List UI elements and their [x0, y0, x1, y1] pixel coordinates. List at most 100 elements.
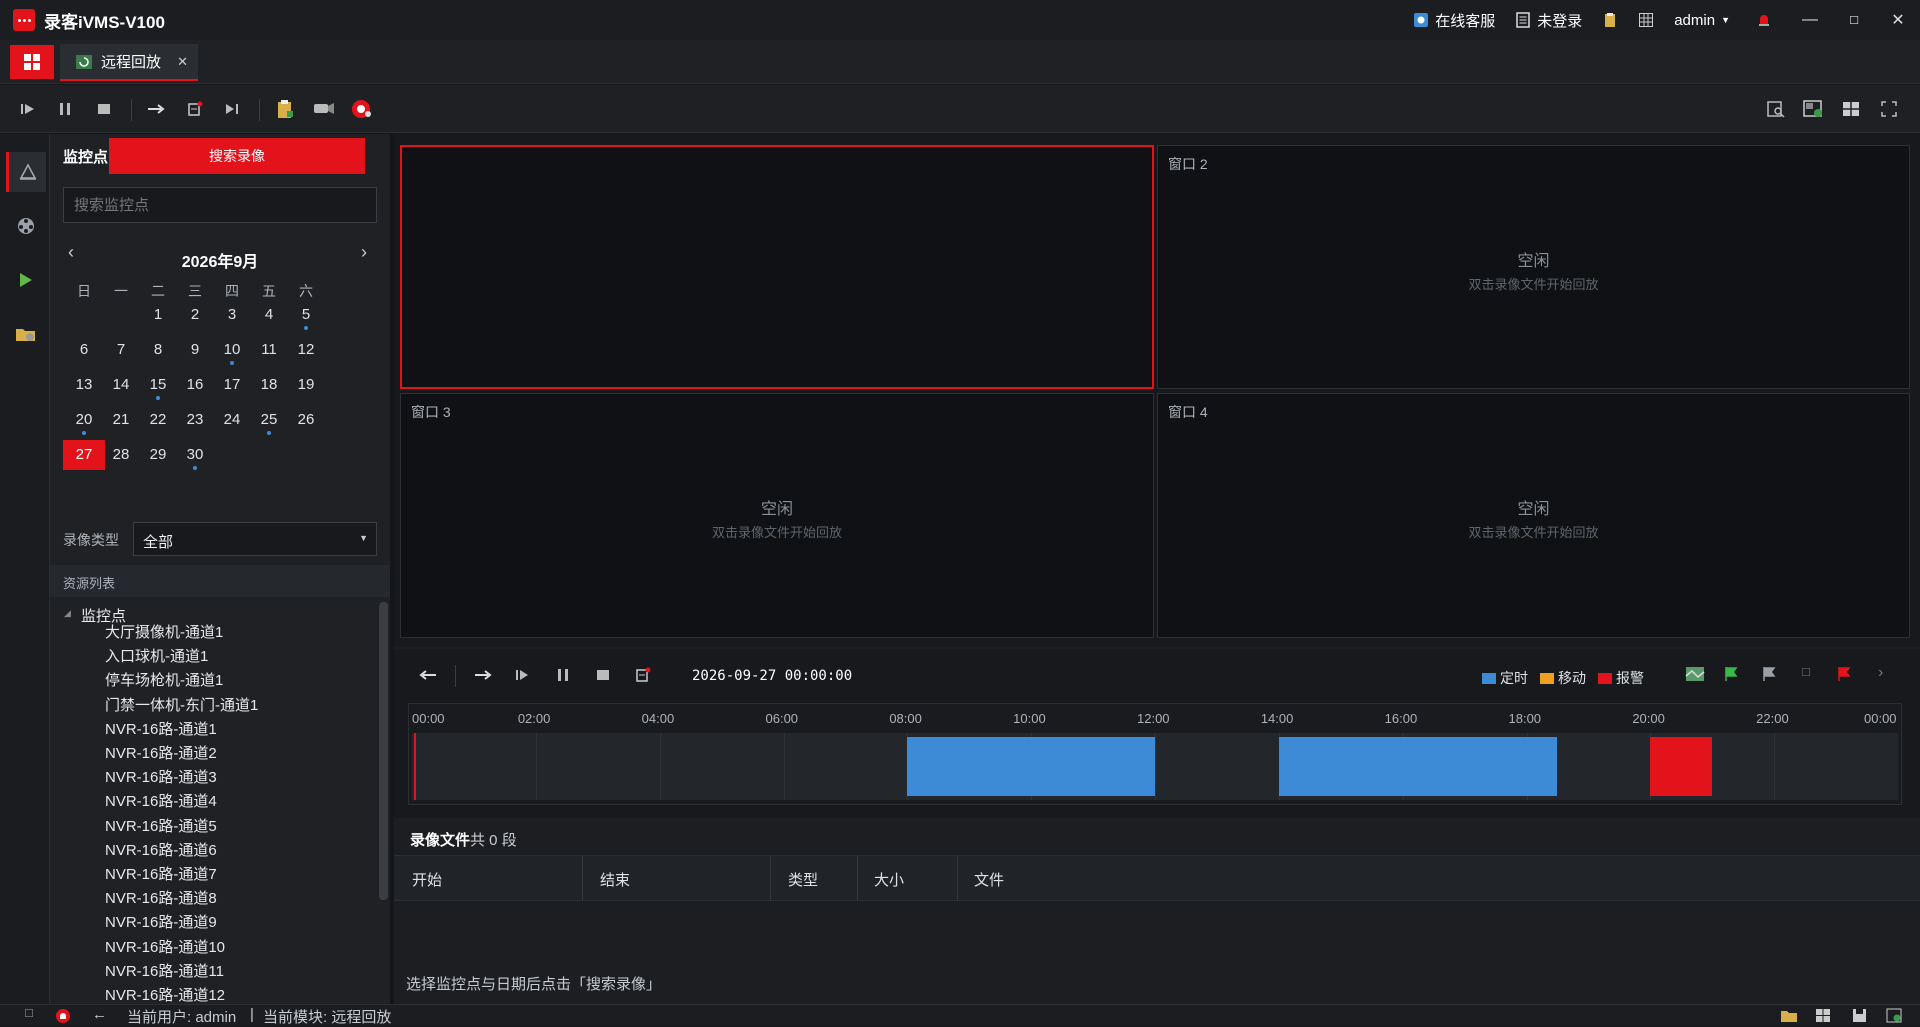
- nav-monitor-points[interactable]: [6, 152, 46, 192]
- tree-item[interactable]: NVR-16路-通道4: [105, 790, 217, 811]
- camera-settings-button[interactable]: [312, 97, 336, 121]
- user-menu[interactable]: admin ▼: [1674, 12, 1730, 29]
- minimize-button[interactable]: —: [1788, 0, 1832, 40]
- column-header[interactable]: 结束: [600, 869, 630, 890]
- stop-button[interactable]: [92, 97, 116, 121]
- pause-playback-button[interactable]: [551, 663, 575, 687]
- calendar-day[interactable]: 12: [286, 335, 326, 365]
- tree-item[interactable]: 门禁一体机-东门-通道1: [105, 694, 258, 715]
- step-button[interactable]: [511, 663, 535, 687]
- checkbox-icon[interactable]: ☐: [24, 1007, 34, 1020]
- alarm-button[interactable]: [1756, 12, 1772, 28]
- tree-item[interactable]: NVR-16路-通道7: [105, 863, 217, 884]
- column-header[interactable]: 开始: [412, 869, 442, 890]
- timeline-cursor[interactable]: [414, 733, 416, 800]
- search-view-button[interactable]: [1764, 97, 1788, 121]
- layout-button[interactable]: [1839, 97, 1863, 121]
- calendar-day[interactable]: 4: [249, 300, 289, 330]
- nav-files[interactable]: [6, 314, 46, 354]
- tree-item[interactable]: NVR-16路-通道11: [105, 960, 224, 981]
- grid-icon[interactable]: [1815, 1008, 1831, 1023]
- save-icon[interactable]: [1852, 1008, 1867, 1023]
- calendar-day[interactable]: 1: [138, 300, 178, 330]
- rewind-button[interactable]: [416, 663, 440, 687]
- calendar-day[interactable]: 2: [175, 300, 215, 330]
- tree-item[interactable]: 停车场枪机-通道1: [105, 669, 223, 690]
- nav-film[interactable]: [6, 206, 46, 246]
- tree-item[interactable]: NVR-16路-通道10: [105, 936, 225, 957]
- red-flag-button[interactable]: [1836, 666, 1852, 686]
- grid-view-button[interactable]: [1638, 12, 1654, 28]
- next-month-button[interactable]: ›: [361, 242, 367, 263]
- tree-expand-icon[interactable]: ◢: [64, 608, 71, 619]
- checkbox-icon[interactable]: ☐: [1801, 666, 1811, 679]
- tab-remote-playback[interactable]: 远程回放 ✕: [60, 44, 198, 81]
- grey-flag-button[interactable]: [1761, 666, 1777, 686]
- add-window-icon[interactable]: [1886, 1008, 1902, 1023]
- tree-scrollbar[interactable]: [379, 602, 388, 900]
- home-button[interactable]: [10, 45, 54, 79]
- calendar-day[interactable]: 14: [101, 370, 141, 400]
- video-window-1[interactable]: [400, 145, 1154, 389]
- record-button[interactable]: [350, 97, 374, 121]
- calendar-day[interactable]: 16: [175, 370, 215, 400]
- calendar-day[interactable]: 11: [249, 335, 289, 365]
- capture-button[interactable]: [183, 97, 207, 121]
- green-flag-button[interactable]: [1723, 666, 1739, 686]
- tree-item[interactable]: NVR-16路-通道9: [105, 911, 217, 932]
- timeline-segment[interactable]: [1278, 737, 1558, 796]
- video-window-3[interactable]: 窗口 3 空闲 双击录像文件开始回放: [400, 393, 1154, 638]
- calendar-day[interactable]: 21: [101, 405, 141, 435]
- fast-forward-button[interactable]: [144, 97, 168, 121]
- calendar-day[interactable]: 28: [101, 440, 141, 470]
- record-list-button[interactable]: [273, 97, 297, 121]
- step-forward-button[interactable]: [220, 97, 244, 121]
- tree-item[interactable]: NVR-16路-通道5: [105, 815, 217, 836]
- calendar-day[interactable]: 7: [101, 335, 141, 365]
- calendar-day[interactable]: 3: [212, 300, 252, 330]
- record-type-select[interactable]: 全部 ▼: [133, 522, 377, 556]
- stop-playback-button[interactable]: [591, 663, 615, 687]
- tree-item[interactable]: NVR-16路-通道8: [105, 887, 217, 908]
- tree-item[interactable]: NVR-16路-通道3: [105, 766, 217, 787]
- tree-item[interactable]: NVR-16路-通道12: [105, 984, 225, 1004]
- snapshot-button[interactable]: [631, 663, 655, 687]
- calendar-day[interactable]: 18: [249, 370, 289, 400]
- folder-icon[interactable]: [1780, 1008, 1798, 1023]
- search-monitor-input[interactable]: [63, 187, 377, 223]
- calendar-day[interactable]: 19: [286, 370, 326, 400]
- back-arrow-icon[interactable]: ←: [92, 1006, 107, 1023]
- clipboard-button[interactable]: [1602, 12, 1618, 28]
- calendar-day[interactable]: 29: [138, 440, 178, 470]
- login-status-button[interactable]: 未登录: [1515, 10, 1582, 31]
- calendar-day[interactable]: 13: [64, 370, 104, 400]
- calendar-day[interactable]: 17: [212, 370, 252, 400]
- column-header[interactable]: 大小: [874, 869, 904, 890]
- calendar-day[interactable]: 24: [212, 405, 252, 435]
- column-header[interactable]: 文件: [974, 869, 1004, 890]
- calendar-day[interactable]: 6: [64, 335, 104, 365]
- tree-item[interactable]: NVR-16路-通道2: [105, 742, 217, 763]
- tree-item[interactable]: 入口球机-通道1: [105, 645, 208, 666]
- forward-button[interactable]: [471, 663, 495, 687]
- maximize-button[interactable]: ☐: [1832, 0, 1876, 40]
- timeline-segment[interactable]: [1650, 737, 1713, 796]
- tab-close-icon[interactable]: ✕: [177, 54, 188, 70]
- add-window-button[interactable]: [1801, 97, 1825, 121]
- map-button[interactable]: [1685, 666, 1705, 686]
- online-support-button[interactable]: 在线客服: [1413, 10, 1495, 31]
- pause-button[interactable]: [53, 97, 77, 121]
- more-button[interactable]: ›: [1878, 664, 1883, 682]
- calendar-day[interactable]: 23: [175, 405, 215, 435]
- calendar-day[interactable]: 9: [175, 335, 215, 365]
- tree-item[interactable]: NVR-16路-通道6: [105, 839, 217, 860]
- video-window-2[interactable]: 窗口 2 空闲 双击录像文件开始回放: [1157, 145, 1910, 389]
- calendar-day[interactable]: 8: [138, 335, 178, 365]
- close-button[interactable]: ✕: [1876, 0, 1920, 40]
- calendar-day-selected[interactable]: 27: [63, 440, 105, 470]
- calendar-day[interactable]: 26: [286, 405, 326, 435]
- tree-item[interactable]: 大厅摄像机-通道1: [105, 621, 223, 642]
- nav-playback[interactable]: [6, 260, 46, 300]
- timeline-segment[interactable]: [907, 737, 1155, 796]
- calendar-day[interactable]: 22: [138, 405, 178, 435]
